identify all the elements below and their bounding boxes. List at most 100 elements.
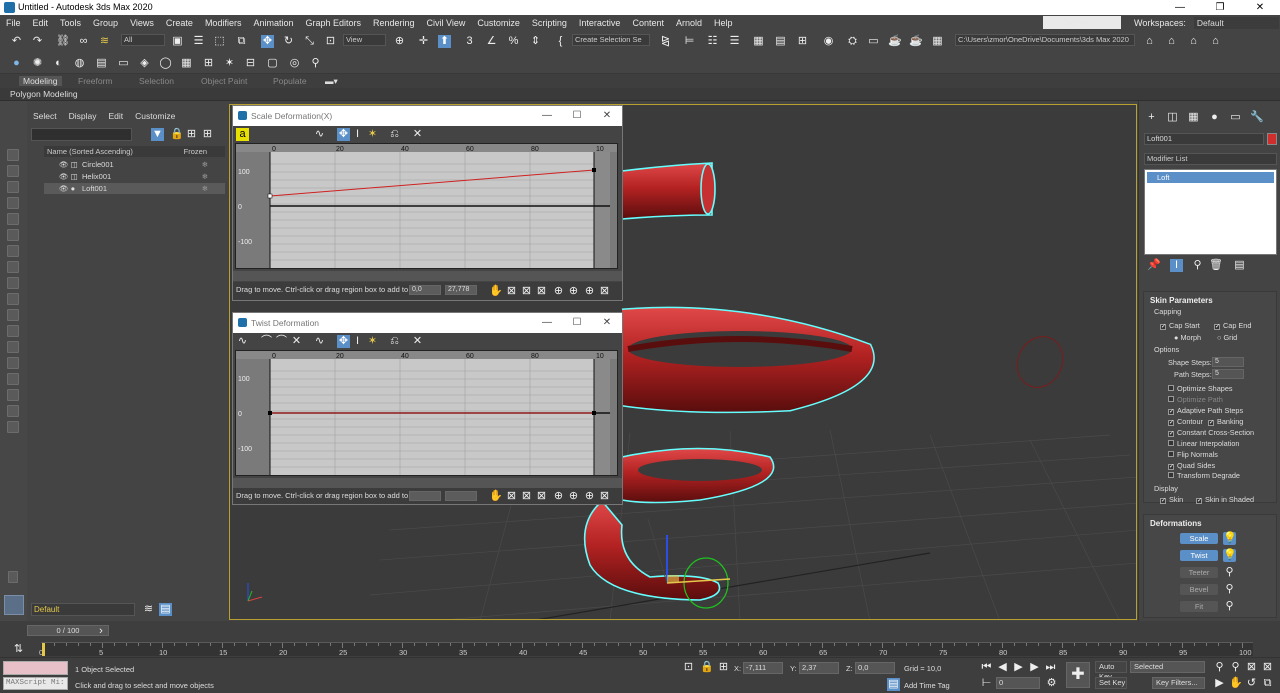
scene-menu-display[interactable]: Display [63,111,103,121]
menu-customize[interactable]: Customize [471,18,526,28]
zoom-extents-icon[interactable]: ⊠ [505,490,518,503]
render-production-icon[interactable]: ☕ [888,35,902,48]
expand-arrow-icon[interactable] [8,571,18,583]
curve-editor-icon[interactable]: ▤ [774,35,787,48]
move-control-point-icon[interactable]: ✥ [337,128,350,141]
zoom-extents-icon[interactable]: ⊠ [505,285,518,298]
insert-bezier-point-icon[interactable]: ✶ [366,335,379,348]
dialog-close-button[interactable]: ✕ [592,313,622,333]
pan-view-icon[interactable]: ✋ [1229,677,1243,690]
ribbon-toggle-icon[interactable]: ▦ [752,35,765,48]
reset-curve-icon[interactable]: ⎌ [388,335,401,348]
dialog-minimize-button[interactable]: — [532,106,562,126]
display-frozen-icon[interactable] [7,325,19,337]
skin-in-shaded-checkbox[interactable]: ✓ Skin in Shaded [1196,495,1254,504]
scale-horizontal-scrollbar[interactable] [233,271,622,281]
zoom-in-icon[interactable]: ⊕ [583,490,596,503]
time-slider-next-icon[interactable]: › [96,625,106,638]
z-coordinate-field[interactable]: 0,0 [855,662,895,674]
menu-arnold[interactable]: Arnold [670,18,708,28]
configure-modifier-sets-icon[interactable]: ▤ [1233,259,1246,272]
display-selected-icon[interactable] [7,389,19,401]
create-tab-icon[interactable]: + [1145,111,1158,124]
bevel-toggle-icon[interactable]: ⚲ [1223,583,1236,596]
display-dependents-icon[interactable] [7,373,19,385]
close-button[interactable]: ✕ [1240,0,1280,15]
orbit-icon[interactable]: ↺ [1245,677,1258,690]
absolute-transform-icon[interactable]: ⊞ [717,661,730,674]
material-editor-icon[interactable]: ◉ [822,35,835,48]
frozen-snowflake-icon[interactable]: ❄ [202,171,208,182]
linear-interpolation-checkbox[interactable]: Linear Interpolation [1168,439,1239,448]
select-object-icon[interactable]: ▣ [171,35,184,48]
workspace-value[interactable]: Default [1193,17,1279,29]
dialog-minimize-button[interactable]: — [532,313,562,333]
a360-render-icon[interactable]: ▦ [931,35,944,48]
selection-set-dropdown[interactable]: Selected [1130,661,1205,673]
display-xy-axes-icon[interactable]: ✕ [290,335,303,348]
render-iterative-icon[interactable]: ☕ [909,35,923,48]
twist-point-y-field[interactable] [445,491,477,501]
display-shapes-icon[interactable] [7,181,19,193]
delete-control-point-icon[interactable]: ✕ [411,335,424,348]
twist-dialog-titlebar[interactable]: Twist Deformation — ☐ ✕ [233,313,622,333]
display-containers-icon[interactable] [7,309,19,321]
maxscript-mini-listener[interactable]: MAXScript Mi: [3,677,68,690]
y-coordinate-field[interactable]: 2,37 [799,662,839,674]
select-move-icon[interactable]: ✥ [261,35,274,48]
add-time-tag[interactable]: Add Time Tag [904,681,950,690]
select-all-icon[interactable] [7,149,19,161]
open-icon[interactable]: ⌂ [1165,35,1178,48]
contour-checkbox[interactable]: ✓ Contour [1168,417,1203,426]
scene-explorer-icon[interactable]: ☷ [706,35,719,48]
tab-populate[interactable]: Populate [273,76,307,86]
menu-tools[interactable]: Tools [54,18,87,28]
project-path-dropdown[interactable]: C:\Users\zmor\OneDrive\Documents\3ds Max… [955,34,1135,46]
current-frame-marker[interactable] [42,643,45,656]
flip-normals-checkbox[interactable]: Flip Normals [1168,450,1218,459]
scene-menu-customize[interactable]: Customize [129,111,181,121]
gizmo-plane-handle[interactable] [667,575,679,583]
scale-deformation-button[interactable]: Scale [1180,533,1218,544]
zoom-icon[interactable]: ⊕ [552,285,565,298]
system-icon[interactable]: ▦ [180,57,193,70]
zoom-in-icon[interactable]: ⊕ [583,285,596,298]
tab-modeling[interactable]: Modeling [19,76,62,86]
twist-start-point[interactable] [268,411,272,415]
scene-row-circle001[interactable]: 👁 ◫ Circle001 ❄ [44,159,225,170]
shape-steps-spinner[interactable]: 5 [1212,357,1244,367]
transform-degrade-checkbox[interactable]: Transform Degrade [1168,471,1240,480]
modifier-list-dropdown[interactable]: Modifier List [1144,153,1277,165]
visibility-eye-icon[interactable]: 👁 ◫ [59,159,78,170]
bulb-icon[interactable]: ⚲ [309,57,322,70]
filter-icon[interactable] [7,421,19,433]
show-end-result-icon[interactable]: I [1170,259,1183,272]
gizmo-y-axis[interactable] [647,518,668,584]
twist-toggle-icon[interactable]: 💡 [1223,549,1237,562]
display-space-warps-icon[interactable] [7,245,19,257]
cap-start-checkbox[interactable]: ✓ Cap Start [1160,321,1200,330]
zoom-region-icon[interactable]: ⊕ [567,490,580,503]
fit-deformation-button[interactable]: Fit [1180,601,1218,612]
workspace-selector[interactable]: Workspaces: Default [1128,17,1279,29]
display-bones-icon[interactable] [7,293,19,305]
menu-edit[interactable]: Edit [27,18,55,28]
fit-toggle-icon[interactable]: ⚲ [1223,600,1236,613]
layers-icon[interactable]: ≋ [142,603,155,616]
scale-control-point-icon[interactable]: I [351,335,364,348]
previous-frame-icon[interactable]: ◀ [996,661,1009,674]
filter-funnel-icon[interactable]: ▼ [151,128,164,141]
optimize-path-checkbox[interactable]: Optimize Path [1168,395,1223,404]
spinner-snap-icon[interactable]: ⇕ [529,35,542,48]
frozen-snowflake-icon[interactable]: ❄ [202,159,208,170]
polygon-modeling-label[interactable]: Polygon Modeling [10,89,78,99]
key-mode-icon[interactable]: ⊢ [980,677,993,690]
isolate-selection-icon[interactable]: ⊡ [682,661,695,674]
named-selection-dropdown[interactable]: Create Selection Se [572,34,650,46]
insert-corner-point-icon[interactable]: ∿ [313,128,326,141]
scale-dialog-titlebar[interactable]: Scale Deformation(X) — ☐ ✕ [233,106,622,126]
make-symmetrical-icon[interactable]: a [236,128,249,141]
adaptive-path-steps-checkbox[interactable]: ✓ Adaptive Path Steps [1168,406,1243,415]
layer-explorer-toggle-icon[interactable]: ▤ [159,603,172,616]
zoom-viewport-icon[interactable]: ⚲ [1213,661,1226,674]
